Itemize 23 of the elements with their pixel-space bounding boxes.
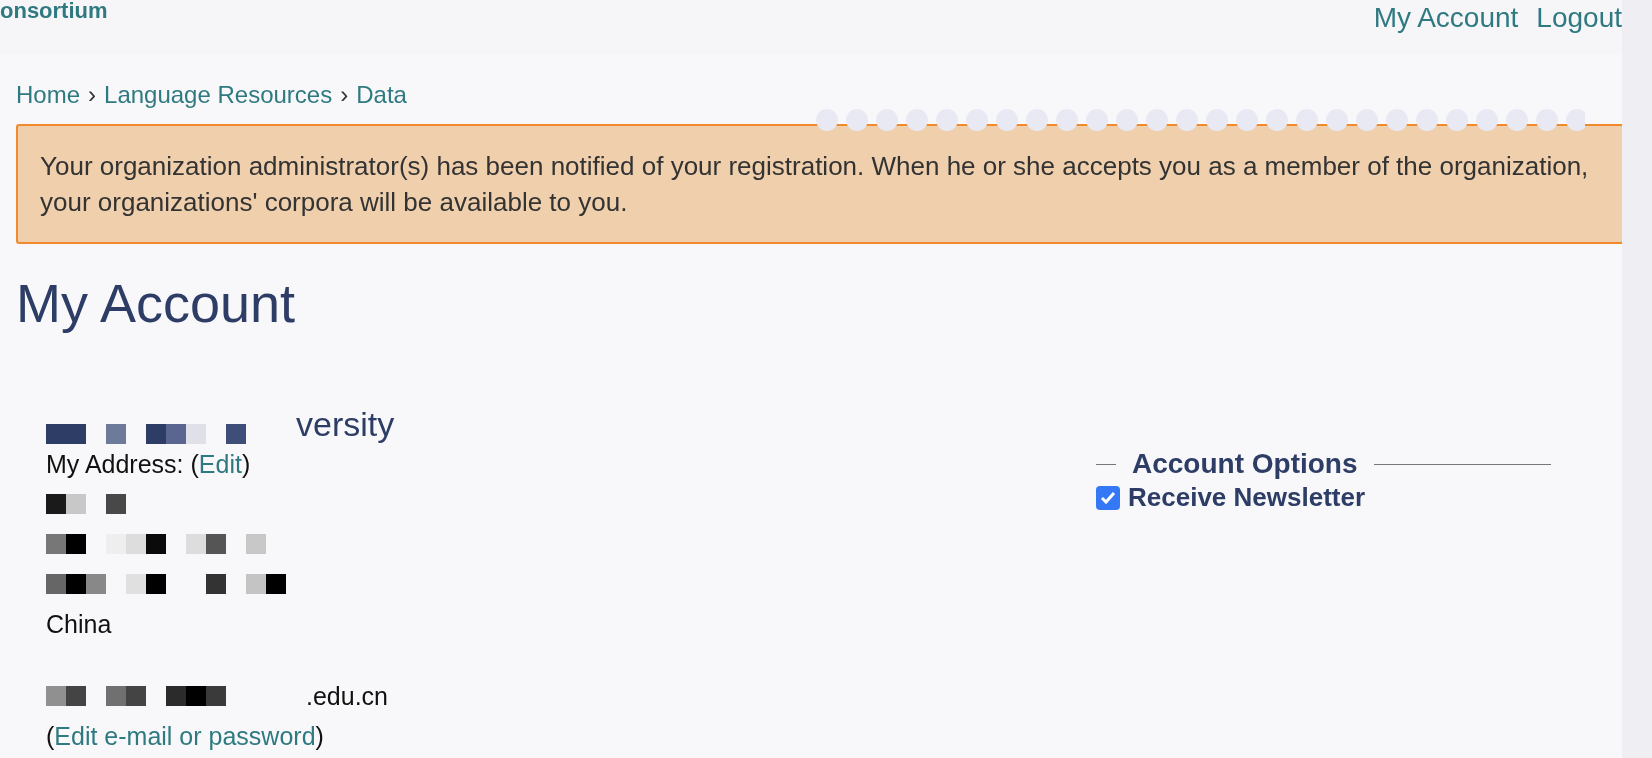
check-icon: [1100, 490, 1116, 505]
notice-message: Your organization administrator(s) has been notified of your registration. When he or she accepts you as a member of the organization, your organizations' corpora will be available to you.: [16, 124, 1622, 244]
section-legend: Account Options: [1132, 448, 1358, 480]
paren-text: ): [241, 449, 251, 479]
breadcrumb-separator: ›: [340, 81, 349, 109]
edit-email-link[interactable]: Edit e-mail or password: [54, 721, 316, 751]
email-text: .edu.cn: [306, 681, 388, 711]
breadcrumb-link[interactable]: Language Resources: [104, 81, 333, 109]
country-text: China: [46, 609, 112, 639]
breadcrumb-separator: ›: [88, 81, 97, 109]
address-label: My Address: (: [46, 449, 199, 479]
option-label: Receive Newsletter: [1128, 482, 1366, 513]
checkbox[interactable]: [1096, 485, 1120, 510]
nav-link[interactable]: Logout: [1536, 2, 1622, 34]
organization-name: versity: [296, 405, 395, 444]
paren-text: (: [46, 721, 55, 751]
edit-link[interactable]: Edit: [198, 449, 242, 479]
nav-link[interactable]: My Account: [1373, 2, 1519, 34]
page-title: My Account: [16, 272, 297, 334]
logo-text[interactable]: onsortium: [0, 0, 108, 24]
paren-text: ): [315, 721, 324, 751]
breadcrumb-link[interactable]: Data: [356, 81, 407, 109]
breadcrumb-link[interactable]: Home: [16, 81, 81, 109]
